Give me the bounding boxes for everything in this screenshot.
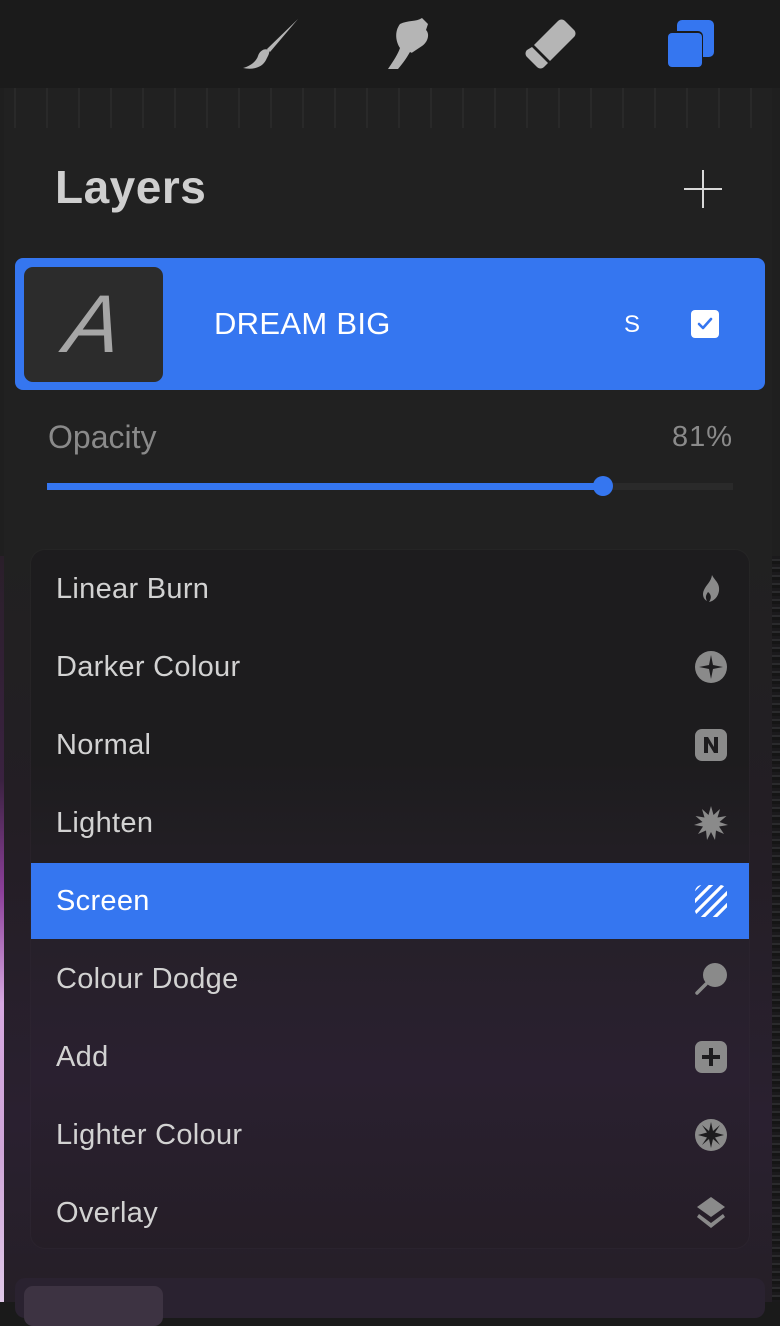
smudge-tool-button[interactable] (380, 14, 440, 74)
layer-row-selected[interactable]: A DREAM BIG S (15, 258, 765, 390)
blend-mode-menu: Linear Burn Darker Colour Normal Lighten Scr… (31, 550, 749, 1248)
brush-icon (243, 19, 298, 69)
blend-mode-item-add[interactable]: Add (31, 1019, 749, 1095)
layer-thumbnail[interactable] (24, 1286, 163, 1326)
blend-mode-label: Linear Burn (56, 573, 210, 605)
blend-mode-item-normal[interactable]: Normal (31, 707, 749, 783)
sparkle-circle-icon (693, 649, 729, 685)
text-layer-glyph: A (59, 278, 128, 370)
top-toolbar (0, 0, 780, 88)
brush-tool-button[interactable] (240, 14, 300, 74)
blend-mode-item-lighter-colour[interactable]: Lighter Colour (31, 1097, 749, 1173)
blend-mode-item-lighten[interactable]: Lighten (31, 785, 749, 861)
blend-mode-label: Colour Dodge (56, 963, 239, 995)
blend-mode-item-colour-dodge[interactable]: Colour Dodge (31, 941, 749, 1017)
layer-visibility-checkbox[interactable] (691, 310, 719, 338)
add-layer-button[interactable] (680, 166, 726, 212)
layers-tool-button[interactable] (660, 14, 720, 74)
striped-square-icon (693, 883, 729, 919)
panel-title: Layers (55, 161, 207, 213)
artwork-edge-right (772, 556, 780, 1302)
blend-mode-label: Lighten (56, 807, 154, 839)
layers-icon (666, 20, 714, 68)
layer-name[interactable]: DREAM BIG (214, 306, 391, 342)
blend-mode-label: Overlay (56, 1197, 159, 1229)
smudge-icon (388, 18, 429, 69)
opacity-slider[interactable] (47, 476, 733, 496)
blend-mode-label: Normal (56, 729, 152, 761)
opacity-slider-thumb[interactable] (592, 476, 613, 496)
blend-mode-item-overlay[interactable]: Overlay (31, 1175, 749, 1248)
flame-icon (693, 571, 729, 607)
eraser-icon (525, 19, 576, 69)
blend-mode-item-darker-colour[interactable]: Darker Colour (31, 629, 749, 705)
canvas-grid (4, 88, 780, 128)
n-badge-icon (693, 727, 729, 763)
layer-thumbnail[interactable]: A (24, 267, 163, 382)
stack-icon (693, 1195, 729, 1231)
opacity-slider-fill (47, 483, 603, 490)
magnifier-icon (693, 961, 729, 997)
blend-mode-label: Lighter Colour (56, 1119, 243, 1151)
blend-mode-item-screen[interactable]: Screen (31, 863, 749, 939)
layer-row[interactable] (15, 1278, 765, 1326)
layer-blend-mode-button[interactable]: S (624, 311, 640, 339)
star-circle-icon (693, 1117, 729, 1153)
starburst-icon (693, 805, 729, 841)
blend-mode-label: Darker Colour (56, 651, 241, 683)
blend-mode-label: Add (56, 1041, 109, 1073)
checkmark-icon (697, 317, 713, 330)
eraser-tool-button[interactable] (520, 14, 580, 74)
opacity-label: Opacity (48, 419, 157, 455)
plus-square-icon (693, 1039, 729, 1075)
blend-mode-label: Screen (56, 885, 150, 917)
opacity-value: 81% (671, 421, 733, 453)
blend-mode-item-linear-burn[interactable]: Linear Burn (31, 551, 749, 627)
